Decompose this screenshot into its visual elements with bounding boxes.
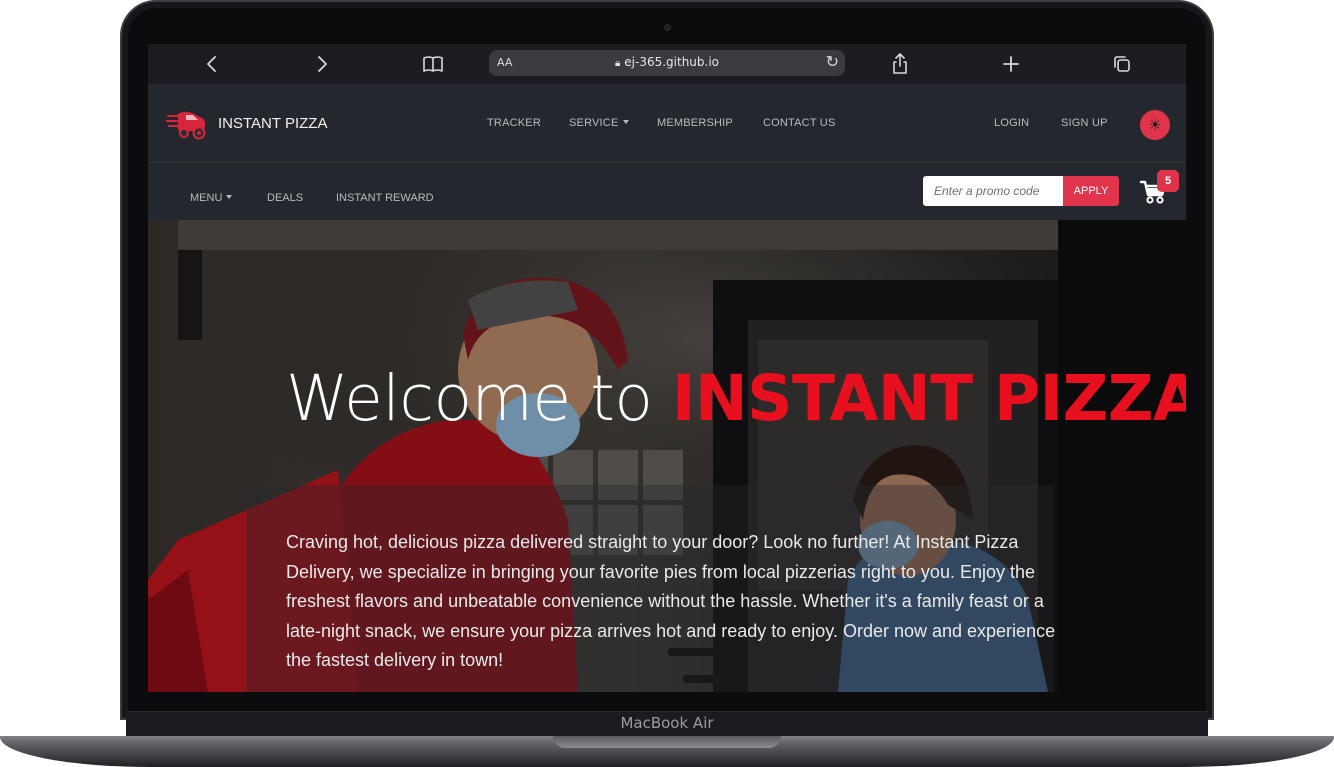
safari-toolbar: AA 🔒︎ ej-365.github.io ↻	[148, 44, 1186, 84]
url-display[interactable]: 🔒︎ ej-365.github.io	[489, 55, 845, 69]
webcam	[664, 24, 671, 31]
device-label: MacBook Air	[620, 714, 714, 732]
hero-section: Welcome to INSTANT PIZZA Craving hot, de…	[148, 220, 1186, 692]
login-link[interactable]: LOGIN	[994, 117, 1029, 129]
theme-toggle-button[interactable]: ☀	[1140, 110, 1170, 140]
sun-icon: ☀	[1148, 116, 1162, 134]
reload-icon[interactable]: ↻	[826, 52, 839, 71]
hero-title-prefix: Welcome to	[286, 362, 653, 435]
secondary-navbar: MENU DEALS INSTANT REWARD APPLY 5	[148, 164, 1186, 220]
new-tab-icon[interactable]	[997, 50, 1025, 78]
promo-code-input[interactable]	[923, 176, 1063, 206]
forward-icon[interactable]	[308, 50, 336, 78]
nav-membership[interactable]: MEMBERSHIP	[657, 117, 733, 129]
hero-title-accent: INSTANT PIZZA	[671, 362, 1186, 435]
bookmarks-icon[interactable]	[419, 50, 447, 78]
apply-promo-button[interactable]: APPLY	[1063, 176, 1119, 206]
cart-count-badge: 5	[1157, 170, 1179, 192]
tabs-overview-icon[interactable]	[1108, 50, 1136, 78]
lock-icon: 🔒︎	[614, 58, 621, 69]
nav-service-dropdown[interactable]: SERVICE	[569, 117, 629, 129]
share-icon[interactable]	[886, 50, 914, 78]
main-navbar: INSTANT PIZZA TRACKER SERVICE MEMBERSHIP…	[148, 84, 1186, 163]
laptop-notch	[553, 736, 781, 748]
hero-description: Craving hot, delicious pizza delivered s…	[286, 532, 1056, 670]
nav-contact-us[interactable]: CONTACT US	[763, 117, 836, 129]
url-text: ej-365.github.io	[624, 55, 720, 69]
signup-link[interactable]: SIGN UP	[1061, 117, 1108, 129]
nav-instant-reward[interactable]: INSTANT REWARD	[336, 192, 434, 204]
back-icon[interactable]	[198, 50, 226, 78]
hero-title: Welcome to INSTANT PIZZA	[286, 361, 1186, 437]
nav-tracker[interactable]: TRACKER	[487, 117, 541, 129]
nav-menu-dropdown[interactable]: MENU	[190, 192, 232, 204]
pizza-scooter-logo-icon[interactable]	[165, 108, 208, 142]
brand-name[interactable]: INSTANT PIZZA	[218, 115, 327, 132]
nav-deals[interactable]: DEALS	[267, 192, 303, 204]
browser-screen: AA 🔒︎ ej-365.github.io ↻ INSTANT PIZZA T…	[148, 44, 1186, 692]
address-bar[interactable]: AA 🔒︎ ej-365.github.io ↻	[489, 50, 845, 76]
